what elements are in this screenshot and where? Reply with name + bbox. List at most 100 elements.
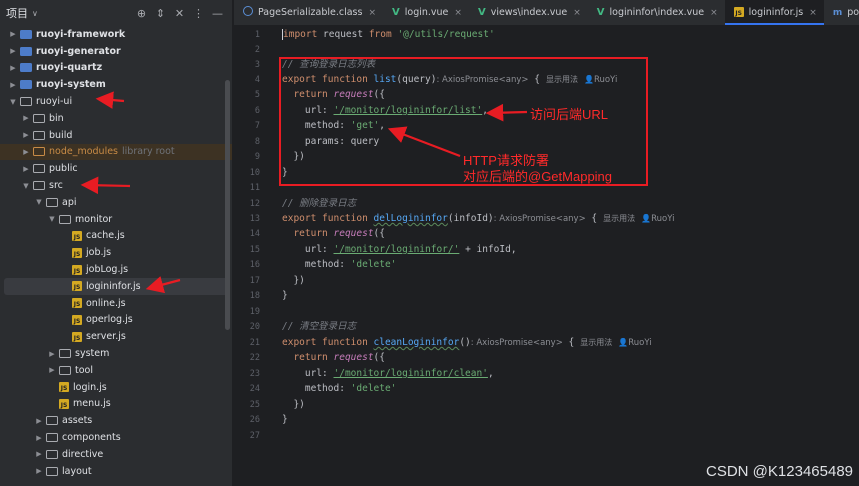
- tree-item[interactable]: ▶ ruoyi-framework: [0, 26, 232, 43]
- editor-tab[interactable]: Vviews\index.vue ×: [469, 0, 588, 25]
- chevron-right-icon[interactable]: ▶: [8, 30, 18, 38]
- tree-item[interactable]: ▼ ruoyi-ui: [0, 93, 232, 110]
- tree-item-label: components: [62, 432, 121, 444]
- project-title[interactable]: 项目: [6, 5, 28, 21]
- module-icon: [20, 29, 32, 39]
- line-number: 10: [249, 168, 260, 178]
- js-file-icon: JS: [72, 281, 82, 292]
- tree-item[interactable]: JS menu.js: [0, 396, 232, 413]
- tree-item[interactable]: JS online.js: [0, 295, 232, 312]
- tree-item-label: bin: [49, 112, 64, 124]
- tree-item-label: directive: [62, 448, 104, 460]
- target-icon[interactable]: ⊕: [133, 7, 150, 20]
- tab-label: pom.xml (ruoyi-f: [847, 7, 859, 18]
- chevron-right-icon[interactable]: ▶: [34, 434, 44, 442]
- folder-icon: [46, 433, 58, 443]
- code-line-12: // 删除登录日志: [282, 198, 357, 209]
- tree-item-label: assets: [62, 415, 93, 427]
- tree-item[interactable]: JS server.js: [0, 328, 232, 345]
- chevron-down-icon[interactable]: ▼: [34, 198, 44, 206]
- js-file-icon: JS: [72, 230, 82, 241]
- folder-icon: [46, 197, 58, 207]
- chevron-right-icon[interactable]: ▶: [34, 467, 44, 475]
- more-icon[interactable]: ⋮: [190, 7, 207, 20]
- editor-tab[interactable]: PageSerializable.class ×: [234, 0, 383, 25]
- tree-item[interactable]: JS cache.js: [0, 228, 232, 245]
- close-tab-icon[interactable]: ×: [573, 8, 581, 18]
- usage-hint[interactable]: 显示用法: [580, 338, 612, 347]
- tree-item[interactable]: ▶ node_modules library root: [0, 143, 232, 161]
- tree-item-label: cache.js: [86, 230, 125, 242]
- tree-item[interactable]: ▶ ruoyi-system: [0, 76, 232, 93]
- tree-item[interactable]: ▶ build: [0, 127, 232, 144]
- minimize-icon[interactable]: —: [209, 7, 226, 20]
- chevron-right-icon[interactable]: ▶: [21, 131, 31, 139]
- tab-label: logininfor\index.vue: [609, 7, 705, 18]
- chevron-right-icon[interactable]: ▶: [8, 81, 18, 89]
- chevron-right-icon[interactable]: ▶: [8, 47, 18, 55]
- annotation-http-2: 对应后端的@GetMapping: [463, 169, 613, 184]
- line-number: 2: [254, 45, 260, 55]
- close-icon[interactable]: ✕: [171, 7, 188, 20]
- module-icon: [20, 80, 32, 90]
- chevron-down-icon[interactable]: ▼: [21, 182, 31, 190]
- line-number: 5: [254, 90, 260, 100]
- chevron-right-icon[interactable]: ▶: [47, 366, 57, 374]
- line-number: 3: [254, 60, 260, 70]
- editor-tab[interactable]: Vlogininfor\index.vue ×: [588, 0, 725, 25]
- close-tab-icon[interactable]: ×: [710, 8, 718, 18]
- tree-item[interactable]: ▶ components: [0, 429, 232, 446]
- chevron-right-icon[interactable]: ▶: [21, 148, 31, 156]
- tree-item-label: ruoyi-system: [36, 79, 106, 91]
- chevron-right-icon[interactable]: ▶: [21, 114, 31, 122]
- tab-label: logininfor.js: [748, 7, 804, 18]
- tree-item[interactable]: JS login.js: [0, 379, 232, 396]
- usage-hint[interactable]: 显示用法: [603, 214, 635, 223]
- tree-item[interactable]: ▶ layout: [0, 463, 232, 480]
- tree-item[interactable]: ▼ src: [0, 177, 232, 194]
- tree-item-label: public: [49, 163, 78, 175]
- chevron-down-icon[interactable]: ▼: [47, 215, 57, 223]
- tree-item[interactable]: ▶ tool: [0, 362, 232, 379]
- close-tab-icon[interactable]: ×: [454, 8, 462, 18]
- tree-item[interactable]: ▶ assets: [0, 412, 232, 429]
- tree-item[interactable]: ▶ ruoyi-generator: [0, 43, 232, 60]
- chevron-right-icon[interactable]: ▶: [21, 165, 31, 173]
- tree-item[interactable]: ▶ bin: [0, 110, 232, 127]
- tree-item[interactable]: ▶ ruoyi-quartz: [0, 60, 232, 77]
- tree-item[interactable]: ▶ directive: [0, 446, 232, 463]
- tree-item-label: operlog.js: [86, 314, 133, 326]
- folder-icon: [59, 214, 71, 224]
- code-line-18: }: [282, 290, 288, 301]
- chevron-right-icon[interactable]: ▶: [34, 450, 44, 458]
- tree-item[interactable]: JS operlog.js: [0, 312, 232, 329]
- expand-collapse-icon[interactable]: ⇕: [152, 7, 169, 20]
- tree-item[interactable]: JS logininfor.js: [4, 277, 228, 295]
- line-number: 17: [249, 276, 260, 286]
- chevron-right-icon[interactable]: ▶: [47, 350, 57, 358]
- editor-tab[interactable]: Vlogin.vue ×: [383, 0, 469, 25]
- user-icon: 👤: [641, 214, 652, 223]
- editor-tab[interactable]: JS logininfor.js ×: [724, 0, 824, 25]
- close-tab-icon[interactable]: ×: [368, 8, 376, 18]
- tree-item[interactable]: JS job.js: [0, 244, 232, 261]
- chevron-right-icon[interactable]: ▶: [8, 64, 18, 72]
- close-tab-icon[interactable]: ×: [809, 8, 817, 18]
- sidebar-scrollbar[interactable]: [225, 80, 230, 330]
- tree-item[interactable]: JS jobLog.js: [0, 261, 232, 278]
- project-tree: ▶ ruoyi-framework ▶ ruoyi-generator ▶ ruoyi-q…: [0, 26, 232, 480]
- folder-icon: [33, 113, 45, 123]
- maven-icon: m: [832, 7, 843, 18]
- editor-tab[interactable]: m pom.xml (ruoyi-f: [824, 0, 859, 25]
- tree-item[interactable]: ▼ api: [0, 194, 232, 211]
- code-line-15: url: '/monitor/logininfor/' + infoId,: [304, 244, 517, 255]
- tree-item[interactable]: ▼ monitor: [0, 211, 232, 228]
- tree-item[interactable]: ▶ public: [0, 160, 232, 177]
- chevron-right-icon[interactable]: ▶: [34, 417, 44, 425]
- tree-item[interactable]: ▶ system: [0, 345, 232, 362]
- chevron-down-icon[interactable]: ∨: [32, 9, 38, 18]
- chevron-down-icon[interactable]: ▼: [8, 98, 18, 106]
- folder-icon: [46, 416, 58, 426]
- folder-icon: [59, 365, 71, 375]
- line-number: 6: [254, 106, 260, 116]
